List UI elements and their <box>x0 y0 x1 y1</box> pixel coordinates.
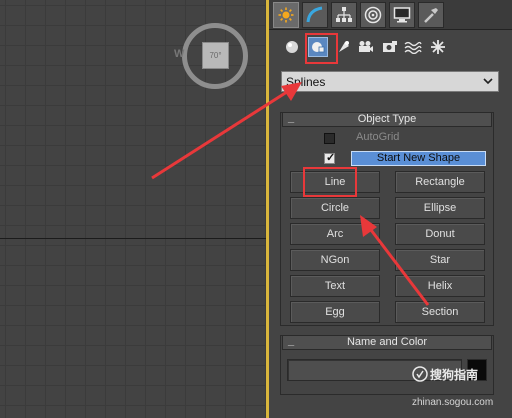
viewcube-face[interactable]: 70° <box>202 42 229 69</box>
helpers-icon <box>383 41 397 52</box>
lights-icon <box>339 41 349 52</box>
category-systems[interactable] <box>428 37 448 57</box>
modify-icon <box>306 6 323 23</box>
object-category-dropdown[interactable]: Splines <box>281 71 499 92</box>
perspective-viewport[interactable]: W 70° <box>0 0 267 418</box>
annotation-highlight-shapes <box>305 33 338 64</box>
cameras-icon <box>359 41 373 52</box>
donut-button[interactable]: Donut <box>395 223 485 245</box>
sogou-logo-icon <box>412 366 428 382</box>
viewport-axis-line <box>0 238 267 239</box>
text-button[interactable]: Text <box>290 275 380 297</box>
chevron-down-icon <box>483 78 493 85</box>
start-new-shape-button[interactable]: Start New Shape <box>351 151 486 166</box>
sogou-watermark: 搜狗指南 zhinan.sogou.com <box>412 366 512 418</box>
geometry-icon <box>286 41 298 53</box>
section-button[interactable]: Section <box>395 301 485 323</box>
arc-button[interactable]: Arc <box>290 223 380 245</box>
utilities-icon <box>424 8 438 23</box>
egg-button[interactable]: Egg <box>290 301 380 323</box>
spacewarps-icon <box>404 41 422 54</box>
annotation-highlight-line <box>303 167 357 197</box>
object-type-rollout-header[interactable]: _ Object Type <box>282 112 492 127</box>
circle-button[interactable]: Circle <box>290 197 380 219</box>
ngon-button[interactable]: NGon <box>290 249 380 271</box>
name-and-color-title: Name and Color <box>346 336 428 348</box>
ellipse-button[interactable]: Ellipse <box>395 197 485 219</box>
category-spacewarps[interactable] <box>403 37 423 57</box>
name-and-color-rollout-header[interactable]: _ Name and Color <box>282 335 492 350</box>
star-button[interactable]: Star <box>395 249 485 271</box>
hierarchy-icon <box>336 7 352 22</box>
viewcube[interactable]: W 70° <box>174 21 250 91</box>
tab-utilities[interactable] <box>418 2 444 28</box>
tab-modify[interactable] <box>302 2 328 28</box>
display-icon <box>393 7 411 23</box>
rectangle-button[interactable]: Rectangle <box>395 171 485 193</box>
object-type-title: Object Type <box>357 113 417 125</box>
collapse-icon: _ <box>288 112 295 124</box>
collapse-icon: _ <box>288 335 295 347</box>
category-geometry[interactable] <box>282 37 302 57</box>
category-cameras[interactable] <box>356 37 376 57</box>
viewcube-compass-label: W <box>174 48 185 60</box>
create-icon <box>278 7 294 23</box>
start-new-shape-checkbox[interactable] <box>324 151 335 164</box>
category-helpers[interactable] <box>380 37 400 57</box>
command-panel-tabs <box>269 0 512 30</box>
helix-button[interactable]: Helix <box>395 275 485 297</box>
systems-icon <box>431 40 445 54</box>
watermark-title: 搜狗指南 <box>430 368 479 382</box>
autogrid-label: AutoGrid <box>356 131 400 143</box>
dropdown-value: Splines <box>286 75 326 89</box>
tab-motion[interactable] <box>360 2 386 28</box>
tab-hierarchy[interactable] <box>331 2 357 28</box>
autogrid-checkbox[interactable] <box>324 133 335 144</box>
tab-display[interactable] <box>389 2 415 28</box>
watermark-url: zhinan.sogou.com <box>412 397 494 408</box>
motion-icon <box>364 6 382 24</box>
tab-create[interactable] <box>273 2 299 28</box>
